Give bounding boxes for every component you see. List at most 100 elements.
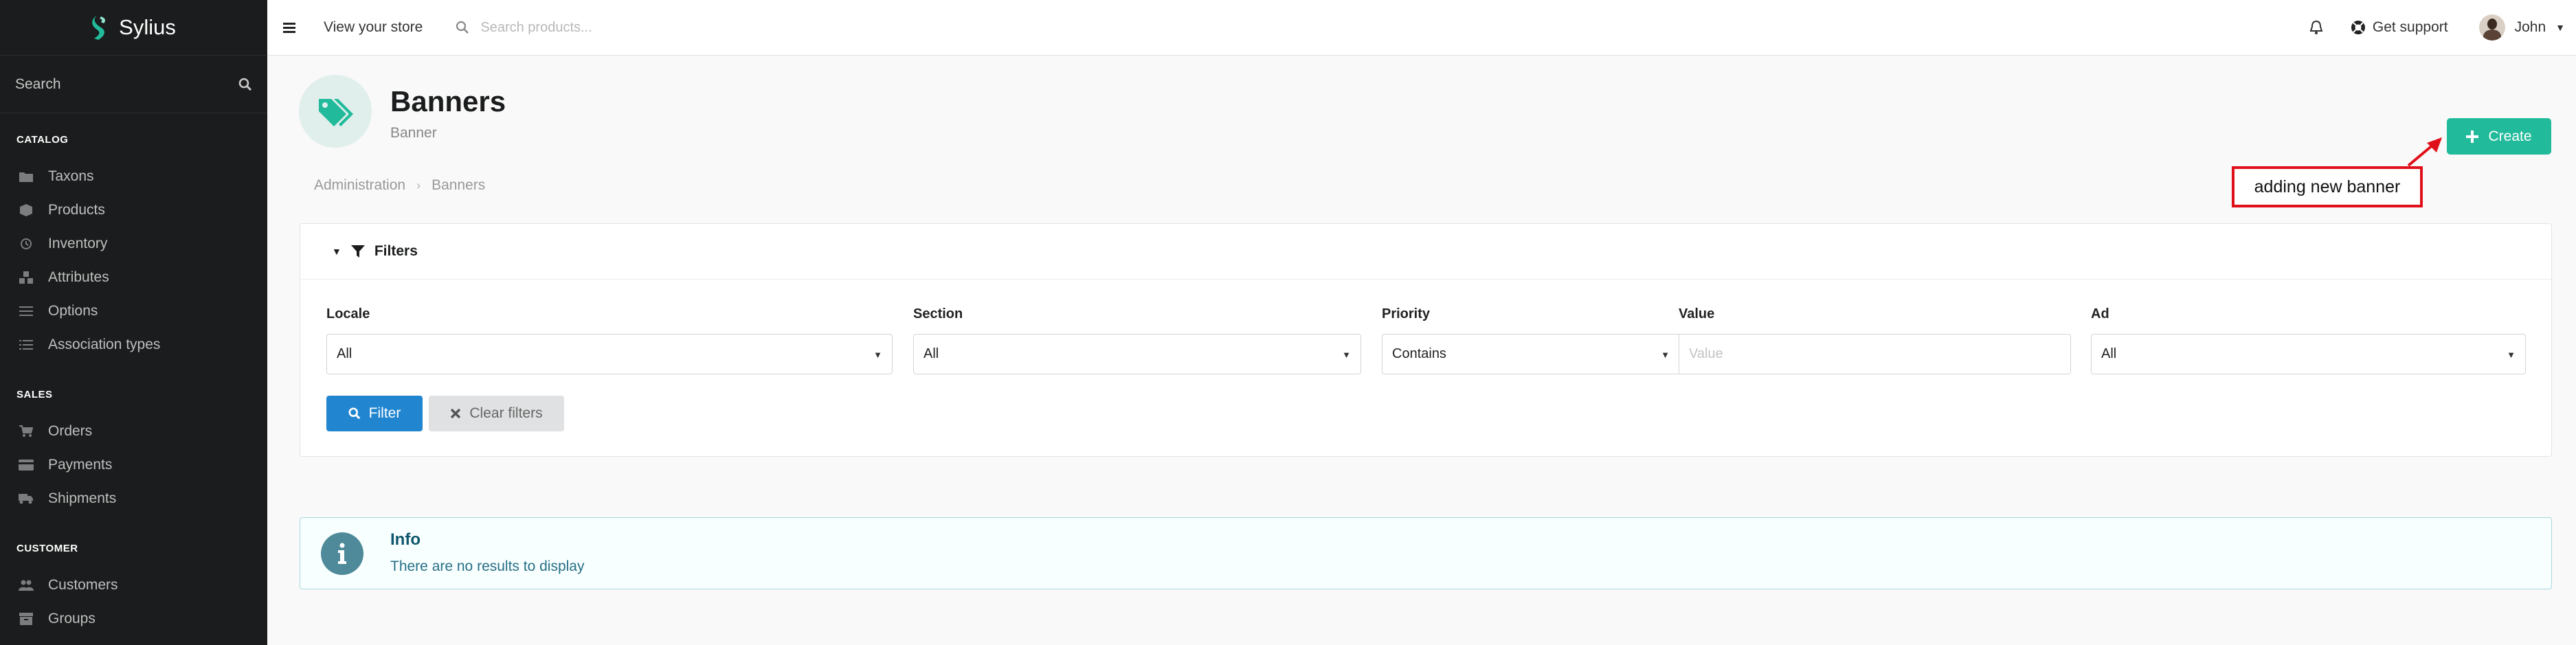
cube-icon xyxy=(16,203,36,217)
search-icon[interactable] xyxy=(238,78,252,91)
ad-value: All xyxy=(2101,346,2117,361)
create-button[interactable]: Create xyxy=(2447,118,2551,155)
sidebar-item-attributes[interactable]: Attributes xyxy=(0,260,267,294)
info-text: There are no results to display xyxy=(390,558,585,574)
cart-icon xyxy=(16,425,36,438)
value-label: Value xyxy=(1679,306,1715,321)
ad-label: Ad xyxy=(2091,306,2109,321)
filter-icon xyxy=(350,245,365,258)
chevron-down-icon: ▼ xyxy=(2555,22,2565,33)
clear-filters-label: Clear filters xyxy=(469,405,543,421)
sidebar-item-label: Products xyxy=(48,201,105,218)
sidebar-section-sales: SALES Orders Payments Shipments xyxy=(0,361,267,515)
logo-text: Sylius xyxy=(119,15,176,39)
priority-type-select[interactable]: Contains ▼ xyxy=(1382,334,1680,374)
page-subtitle: Banner xyxy=(390,125,437,141)
avatar xyxy=(2478,14,2505,41)
info-message: Info There are no results to display xyxy=(300,517,2552,589)
get-support-link[interactable]: Get support xyxy=(2351,19,2448,36)
cubes-icon xyxy=(16,271,36,284)
sidebar-item-taxons[interactable]: Taxons xyxy=(0,159,267,193)
archive-icon xyxy=(16,612,36,626)
section-label: Section xyxy=(913,306,963,321)
topbar-right: Get support John ▼ xyxy=(2309,14,2565,41)
filters-title: Filters xyxy=(374,243,418,259)
sidebar-section-customer: CUSTOMER Customers Groups xyxy=(0,515,267,635)
topbar: View your store Search products... Get s… xyxy=(267,0,2576,56)
payment-icon xyxy=(16,458,36,472)
page-title: Banners xyxy=(390,85,506,117)
dropdown-icon: ▼ xyxy=(1342,350,1351,360)
sidebar-item-association-types[interactable]: Association types xyxy=(0,328,267,361)
sidebar: Sylius Search CATALOG Taxons Products In… xyxy=(0,0,267,645)
sidebar-item-orders[interactable]: Orders xyxy=(0,414,267,448)
sidebar-item-label: Payments xyxy=(48,456,113,473)
sidebar-search[interactable]: Search xyxy=(0,55,267,113)
locale-select[interactable]: All ▼ xyxy=(326,334,893,374)
sidebar-item-inventory[interactable]: Inventory xyxy=(0,227,267,260)
breadcrumb-administration[interactable]: Administration xyxy=(314,177,405,194)
locale-label: Locale xyxy=(326,306,370,321)
sidebar-item-label: Attributes xyxy=(48,269,109,285)
sidebar-item-label: Taxons xyxy=(48,168,94,184)
section-select[interactable]: All ▼ xyxy=(913,334,1361,374)
close-icon xyxy=(451,408,461,419)
user-menu[interactable]: John ▼ xyxy=(2478,14,2565,41)
sidebar-item-label: Shipments xyxy=(48,490,117,506)
sylius-logo-icon xyxy=(92,15,106,40)
sidebar-item-label: Orders xyxy=(48,422,93,439)
dropdown-icon: ▼ xyxy=(2507,350,2516,360)
list-icon xyxy=(16,338,36,352)
annotation-label: adding new banner xyxy=(2232,166,2423,207)
sidebar-item-label: Inventory xyxy=(48,235,108,251)
filters-toggle[interactable]: ▼ Filters xyxy=(300,224,2551,280)
sidebar-section-catalog: CATALOG Taxons Products Inventory Attrib… xyxy=(0,113,267,361)
tags-icon xyxy=(299,75,372,148)
search-icon xyxy=(456,21,469,34)
value-input[interactable]: Value xyxy=(1679,334,2071,374)
sidebar-item-label: Customers xyxy=(48,576,118,593)
filter-button-label: Filter xyxy=(368,405,401,421)
sidebar-item-payments[interactable]: Payments xyxy=(0,448,267,482)
caret-down-icon: ▼ xyxy=(332,246,341,257)
sidebar-item-products[interactable]: Products xyxy=(0,193,267,227)
logo[interactable]: Sylius xyxy=(0,0,267,55)
chevron-right-icon: › xyxy=(416,178,421,192)
user-name: John xyxy=(2514,19,2546,35)
ad-select[interactable]: All ▼ xyxy=(2091,334,2526,374)
sidebar-header: CUSTOMER xyxy=(16,543,78,554)
breadcrumb: Administration › Banners xyxy=(314,177,485,194)
plus-icon xyxy=(2466,130,2479,143)
lifesaver-icon xyxy=(2351,21,2365,34)
locale-value: All xyxy=(337,346,352,361)
users-icon xyxy=(16,578,36,592)
sidebar-item-customers[interactable]: Customers xyxy=(0,568,267,602)
bell-icon[interactable] xyxy=(2309,20,2323,35)
sidebar-header: CATALOG xyxy=(16,134,69,146)
filter-button[interactable]: Filter xyxy=(326,396,423,431)
menu-icon[interactable] xyxy=(282,21,298,34)
truck-icon xyxy=(16,492,36,506)
search-icon xyxy=(348,407,360,420)
sidebar-header: SALES xyxy=(16,389,53,400)
sliders-icon xyxy=(16,304,36,318)
folder-icon xyxy=(16,170,36,183)
history-icon xyxy=(16,237,36,251)
sidebar-item-groups[interactable]: Groups xyxy=(0,602,267,635)
priority-type-value: Contains xyxy=(1392,346,1446,361)
sidebar-search-label: Search xyxy=(15,76,61,92)
section-value: All xyxy=(923,346,939,361)
sidebar-item-label: Options xyxy=(48,302,98,319)
sidebar-item-label: Groups xyxy=(48,610,96,626)
product-search[interactable]: Search products... xyxy=(456,20,592,36)
breadcrumb-banners: Banners xyxy=(432,177,486,193)
sidebar-item-options[interactable]: Options xyxy=(0,294,267,328)
info-title: Info xyxy=(390,530,421,549)
clear-filters-button[interactable]: Clear filters xyxy=(429,396,564,431)
search-input[interactable]: Search products... xyxy=(480,20,592,36)
get-support-label: Get support xyxy=(2372,19,2448,35)
view-store-link[interactable]: View your store xyxy=(324,19,423,36)
value-placeholder: Value xyxy=(1689,346,1723,361)
annotation-arrow-icon xyxy=(2407,137,2442,167)
sidebar-item-shipments[interactable]: Shipments xyxy=(0,482,267,515)
